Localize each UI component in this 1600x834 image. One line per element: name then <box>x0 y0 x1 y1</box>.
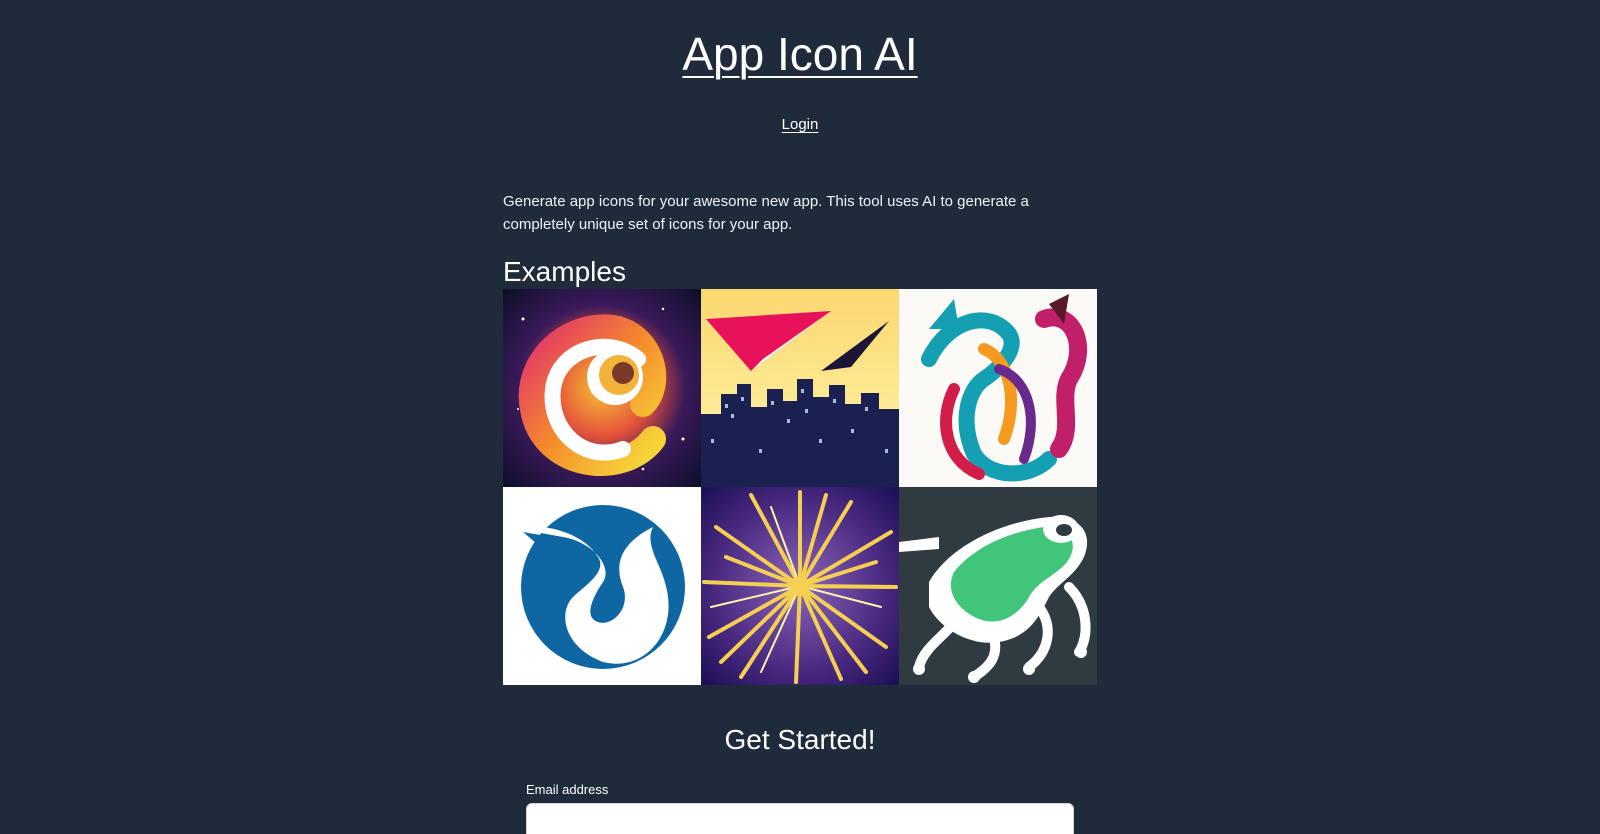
examples-heading: Examples <box>503 256 626 287</box>
login-link[interactable]: Login <box>782 116 819 133</box>
page: App Icon AI Login Generate app icons for… <box>0 0 1600 834</box>
intro-description: Generate app icons for your awesome new … <box>503 193 1029 233</box>
abstract-horse-icon <box>899 289 1097 487</box>
firework-burst-icon <box>701 487 899 685</box>
example-tile <box>701 487 899 685</box>
examples-grid <box>503 289 1097 685</box>
login-row: Login <box>0 115 1600 135</box>
blue-bird-circle-icon <box>503 487 701 685</box>
email-label: Email address <box>526 782 609 797</box>
cosmic-swirl-icon <box>503 289 701 487</box>
example-tile <box>503 289 701 487</box>
get-started-heading: Get Started! <box>724 724 876 755</box>
example-tile <box>899 487 1097 685</box>
site-title-link[interactable]: App Icon AI <box>0 26 1600 82</box>
paper-plane-city-icon <box>701 289 899 487</box>
email-field[interactable] <box>526 803 1074 834</box>
example-tile <box>899 289 1097 487</box>
green-frog-icon <box>899 487 1097 685</box>
example-tile <box>701 289 899 487</box>
example-tile <box>503 487 701 685</box>
